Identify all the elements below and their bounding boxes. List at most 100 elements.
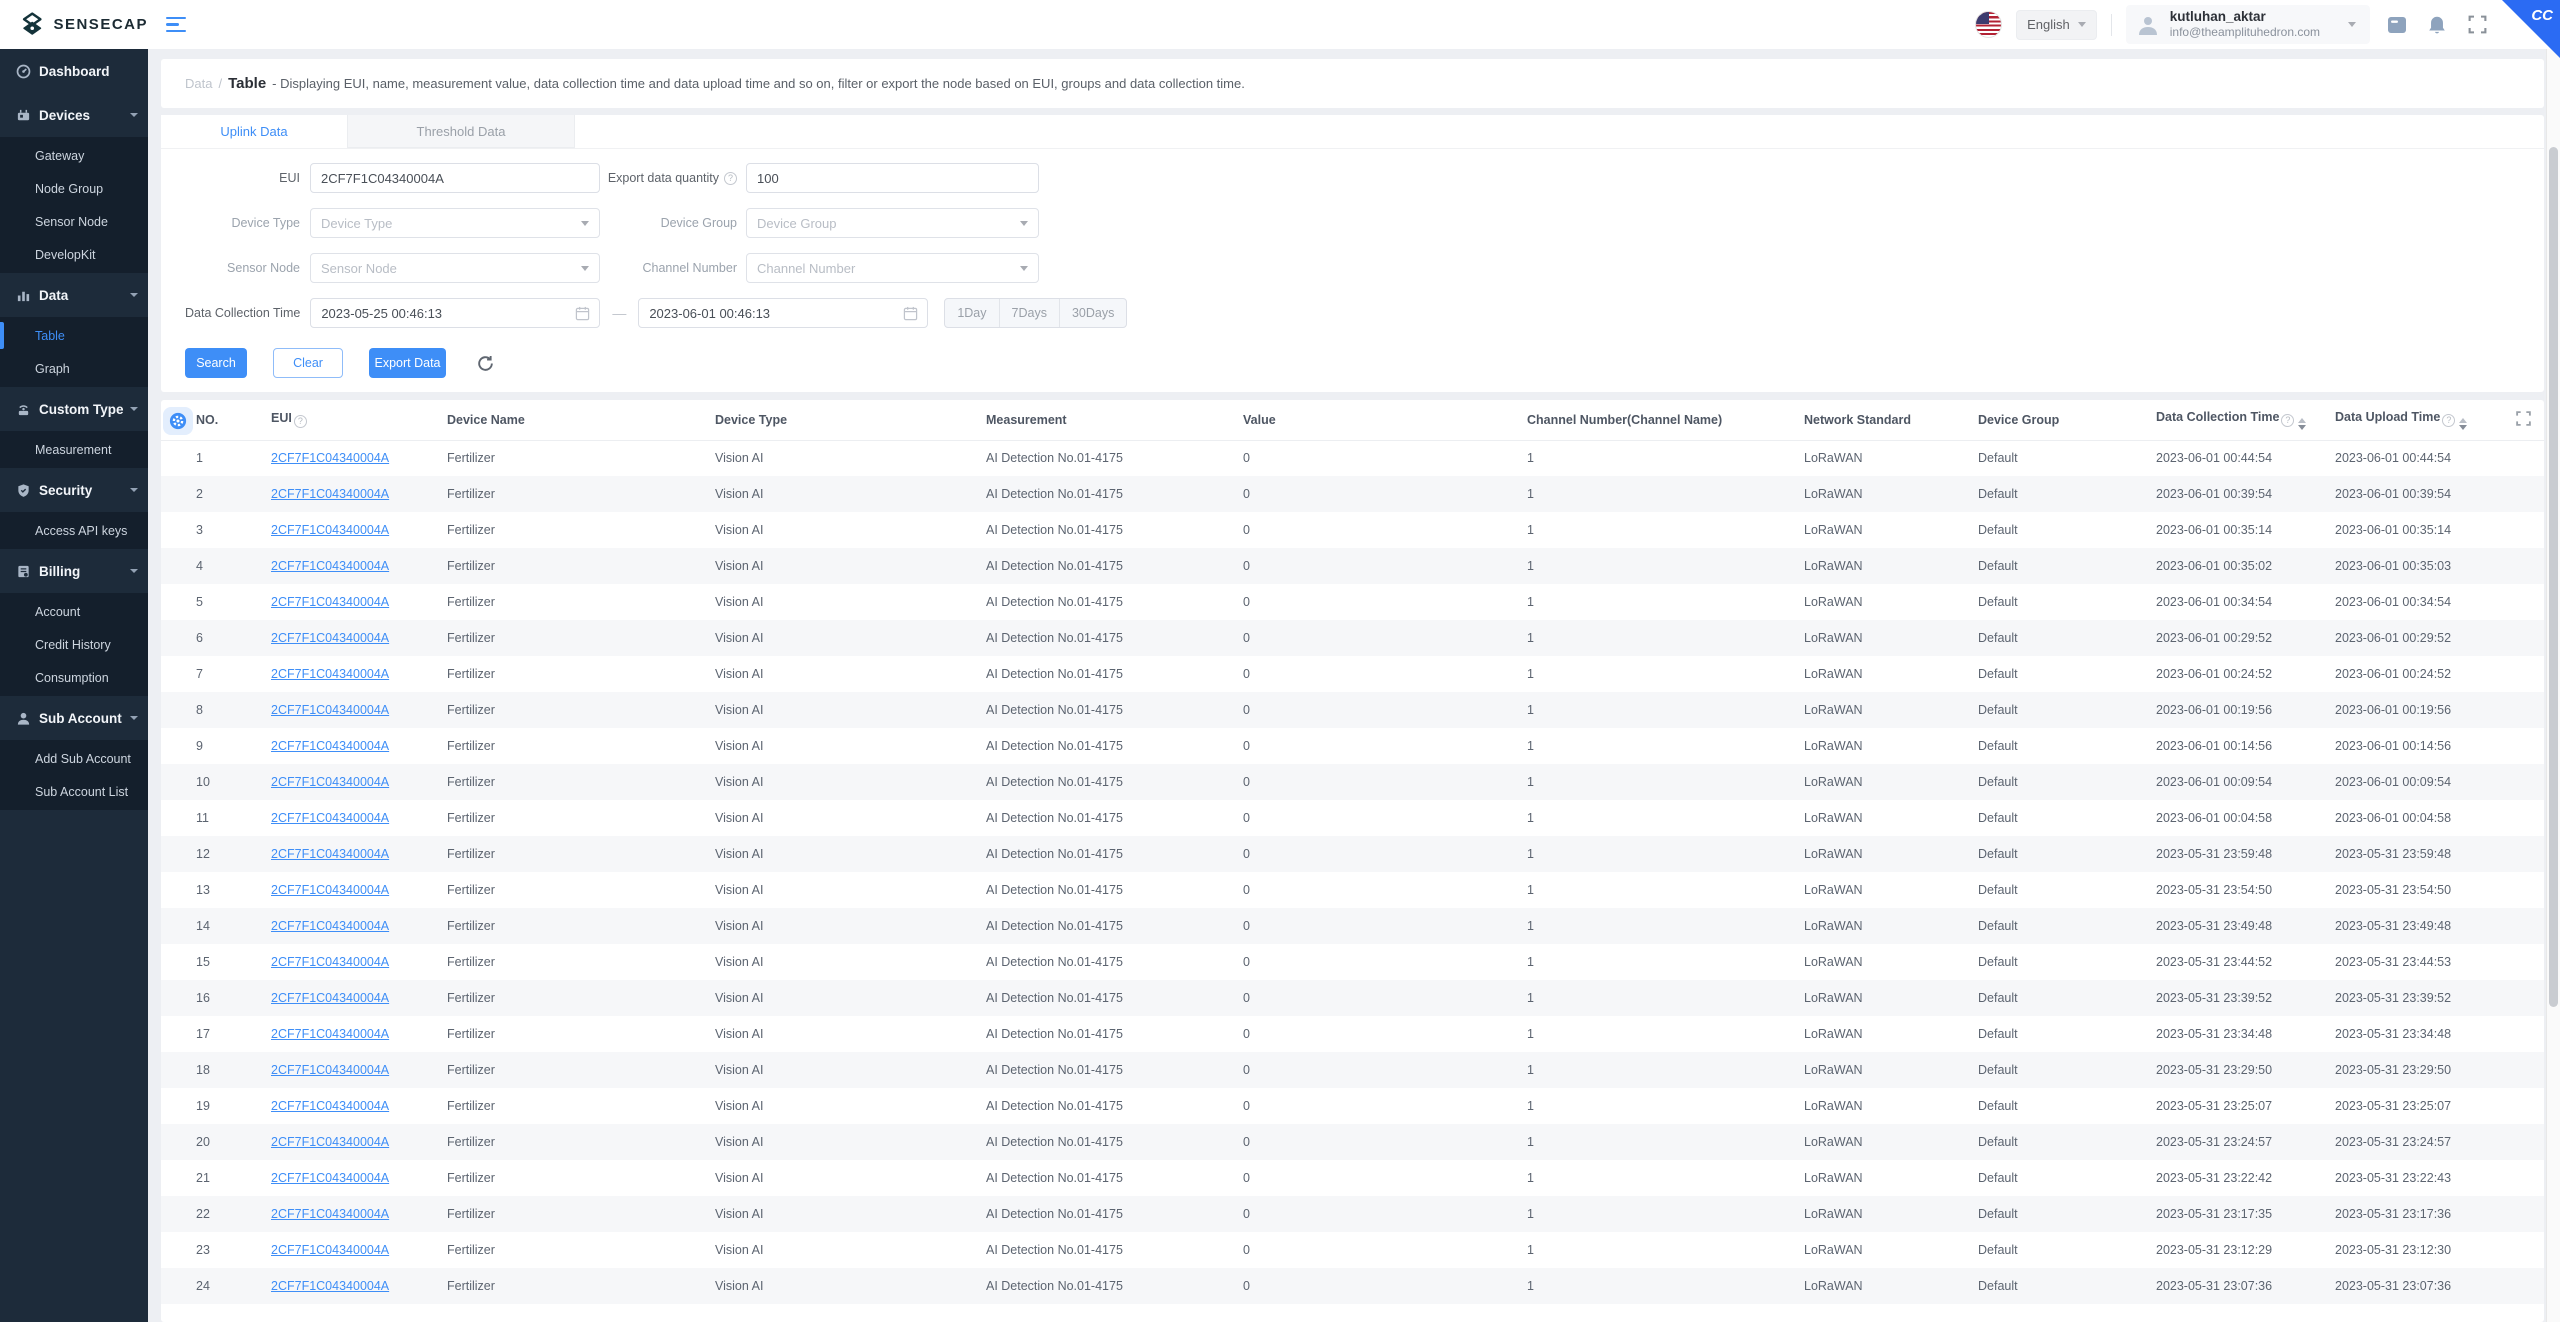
eui-link[interactable]: 2CF7F1C04340004A: [271, 523, 389, 537]
quick-range-7days[interactable]: 7Days: [998, 299, 1059, 327]
date-from-input[interactable]: 2023-05-25 00:46:13: [310, 298, 601, 328]
eui-link[interactable]: 2CF7F1C04340004A: [271, 1027, 389, 1041]
sidebar-item-gateway[interactable]: Gateway: [0, 139, 148, 172]
eui-link[interactable]: 2CF7F1C04340004A: [271, 1063, 389, 1077]
question-circle-icon[interactable]: ?: [2442, 413, 2456, 427]
scrollbar-thumb[interactable]: [2549, 147, 2558, 1007]
sidebar-item-developkit[interactable]: DevelopKit: [0, 238, 148, 271]
question-circle-icon[interactable]: ?: [724, 171, 737, 185]
user-menu[interactable]: kutluhan_aktar info@theamplituhedron.com: [2125, 4, 2370, 45]
table-fullscreen-icon[interactable]: [2515, 410, 2532, 432]
channel-number-select[interactable]: Channel Number: [746, 253, 1039, 283]
cell-network-standard: LoRaWAN: [1804, 1099, 1863, 1113]
eui-link[interactable]: 2CF7F1C04340004A: [271, 667, 389, 681]
eui-link[interactable]: 2CF7F1C04340004A: [271, 487, 389, 501]
cell-eui: 2CF7F1C04340004A: [271, 872, 447, 908]
table-row: 11 2CF7F1C04340004A Fertilizer Vision AI AI …: [161, 800, 2544, 836]
eui-link[interactable]: 2CF7F1C04340004A: [271, 739, 389, 753]
sidebar-section-sub-account[interactable]: Sub Account: [0, 696, 148, 740]
device-group-select[interactable]: Device Group: [746, 208, 1039, 238]
col-upload-time[interactable]: Data Upload Time?: [2335, 400, 2544, 441]
sidebar-item-sub-account-list[interactable]: Sub Account List: [0, 775, 148, 808]
eui-link[interactable]: 2CF7F1C04340004A: [271, 883, 389, 897]
sort-icons[interactable]: [2298, 417, 2307, 430]
sidebar-section-data[interactable]: Data: [0, 273, 148, 317]
eui-link[interactable]: 2CF7F1C04340004A: [271, 703, 389, 717]
sensor-node-select[interactable]: Sensor Node: [310, 253, 600, 283]
sidebar-item-table[interactable]: Table: [0, 319, 148, 352]
sidebar-section-custom-type[interactable]: Custom Type: [0, 387, 148, 431]
eui-link[interactable]: 2CF7F1C04340004A: [271, 559, 389, 573]
sidebar-item-account[interactable]: Account: [0, 595, 148, 628]
sidebar-section-devices[interactable]: Devices: [0, 93, 148, 137]
cell-value: 0: [1243, 523, 1250, 537]
eui-link[interactable]: 2CF7F1C04340004A: [271, 1171, 389, 1185]
refresh-icon[interactable]: [476, 354, 495, 373]
eui-link[interactable]: 2CF7F1C04340004A: [271, 631, 389, 645]
eui-link[interactable]: 2CF7F1C04340004A: [271, 1135, 389, 1149]
cell-upload-time: 2023-06-01 00:34:54: [2335, 595, 2452, 609]
console-panel-icon[interactable]: [2384, 12, 2410, 38]
sidebar-collapse-icon[interactable]: [166, 16, 186, 33]
sidebar-item-access-api-keys[interactable]: Access API keys: [0, 514, 148, 547]
column-settings-gear-icon[interactable]: [163, 407, 193, 435]
export-quantity-input[interactable]: [746, 163, 1039, 193]
eui-link[interactable]: 2CF7F1C04340004A: [271, 1207, 389, 1221]
quick-range-30days[interactable]: 30Days: [1058, 299, 1126, 327]
notification-bell-icon[interactable]: [2424, 12, 2450, 38]
clear-button[interactable]: Clear: [273, 348, 343, 378]
sidebar-item-sensor-node[interactable]: Sensor Node: [0, 205, 148, 238]
sidebar-item-node-group[interactable]: Node Group: [0, 172, 148, 205]
cell-collection-time: 2023-06-01 00:14:56: [2156, 739, 2273, 753]
sidebar-item-graph[interactable]: Graph: [0, 352, 148, 385]
cell-device-name: Fertilizer: [447, 559, 495, 573]
table-row: 15 2CF7F1C04340004A Fertilizer Vision AI AI …: [161, 944, 2544, 980]
chevron-down-icon: [2348, 22, 2356, 27]
uplink-data-table: NO. EUI? Device Name Device Type Measure…: [161, 400, 2544, 1304]
sidebar-item-credit-history[interactable]: Credit History: [0, 628, 148, 661]
date-to-input[interactable]: 2023-06-01 00:46:13: [638, 298, 929, 328]
fullscreen-icon[interactable]: [2464, 12, 2490, 38]
cell-device-type: Vision AI: [715, 1243, 764, 1257]
sidebar-section-dashboard[interactable]: Dashboard: [0, 49, 148, 93]
sidebar-item-consumption[interactable]: Consumption: [0, 661, 148, 694]
eui-link[interactable]: 2CF7F1C04340004A: [271, 1099, 389, 1113]
quick-range-1day[interactable]: 1Day: [945, 299, 998, 327]
search-button[interactable]: Search: [185, 348, 247, 378]
cell-upload-time: 2023-05-31 23:34:48: [2335, 1027, 2452, 1041]
tab-threshold-data[interactable]: Threshold Data: [347, 115, 575, 148]
cell-no: 4: [196, 559, 203, 573]
col-collection-time[interactable]: Data Collection Time?: [2156, 400, 2335, 441]
sort-icons[interactable]: [2459, 417, 2468, 430]
eui-link[interactable]: 2CF7F1C04340004A: [271, 955, 389, 969]
eui-link[interactable]: 2CF7F1C04340004A: [271, 595, 389, 609]
device-type-select[interactable]: Device Type: [310, 208, 600, 238]
eui-link[interactable]: 2CF7F1C04340004A: [271, 451, 389, 465]
cell-device-type: Vision AI: [715, 451, 764, 466]
eui-link[interactable]: 2CF7F1C04340004A: [271, 991, 389, 1005]
eui-input[interactable]: [310, 163, 600, 193]
export-data-button[interactable]: Export Data: [369, 348, 446, 378]
eui-link[interactable]: 2CF7F1C04340004A: [271, 1243, 389, 1257]
cell-device-name: Fertilizer: [447, 1063, 495, 1077]
table-row: 18 2CF7F1C04340004A Fertilizer Vision AI AI …: [161, 1052, 2544, 1088]
cell-measurement: AI Detection No.01-4175: [986, 1027, 1123, 1041]
eui-link[interactable]: 2CF7F1C04340004A: [271, 775, 389, 789]
eui-link[interactable]: 2CF7F1C04340004A: [271, 919, 389, 933]
language-selector[interactable]: English: [2016, 9, 2097, 40]
breadcrumb-section[interactable]: Data: [185, 76, 212, 91]
eui-link[interactable]: 2CF7F1C04340004A: [271, 811, 389, 825]
eui-link[interactable]: 2CF7F1C04340004A: [271, 1279, 389, 1293]
eui-link[interactable]: 2CF7F1C04340004A: [271, 847, 389, 861]
sidebar-item-measurement[interactable]: Measurement: [0, 433, 148, 466]
question-circle-icon[interactable]: ?: [2281, 413, 2295, 427]
tab-uplink-data[interactable]: Uplink Data: [161, 115, 347, 148]
cell-device-type: Vision AI: [715, 703, 764, 717]
cell-device-type: Vision AI: [715, 1063, 764, 1077]
question-circle-icon[interactable]: ?: [293, 415, 307, 429]
sidebar-section-billing[interactable]: Billing: [0, 549, 148, 593]
sidebar-section-label: Custom Type: [39, 401, 124, 417]
sidebar-section-security[interactable]: Security: [0, 468, 148, 512]
chevron-down-icon: [1020, 265, 1028, 271]
sidebar-item-add-sub-account[interactable]: Add Sub Account: [0, 742, 148, 775]
